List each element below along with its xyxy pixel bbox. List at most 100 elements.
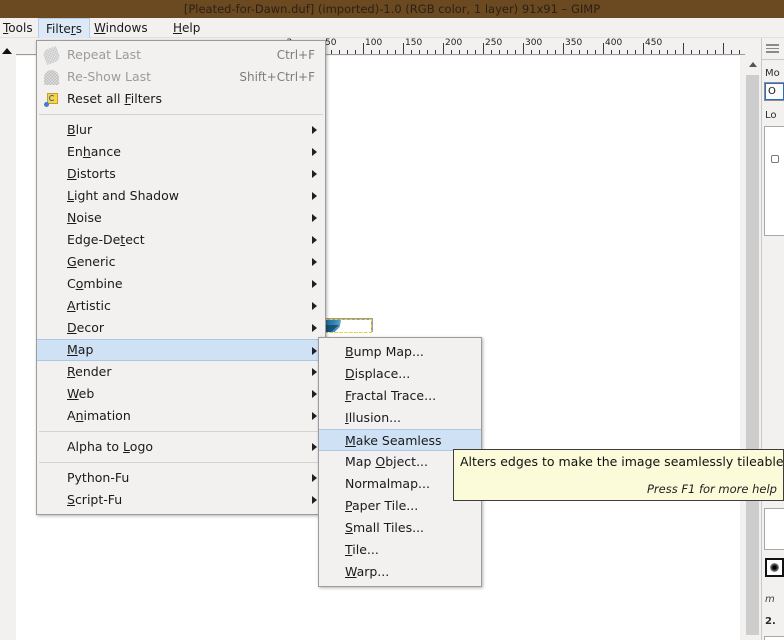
chevron-right-icon [312, 474, 317, 482]
ruler-tick [523, 43, 524, 54]
lock-label: Lo [765, 110, 777, 121]
ruler-tick [411, 50, 412, 54]
layers-icon[interactable] [766, 44, 779, 56]
menu-item-illusion[interactable]: Illusion... [319, 407, 481, 429]
menu-item-label: Alpha to Logo [67, 439, 154, 454]
menu-item-artistic[interactable]: Artistic [37, 295, 325, 317]
menu-item-repeat-last[interactable]: Repeat Last Ctrl+F [37, 44, 325, 66]
mode-label: Mo [765, 68, 780, 79]
ruler-tick [475, 50, 476, 54]
menu-item-label: Make Seamless [345, 433, 442, 448]
ruler-tick [659, 50, 660, 54]
ruler-origin-corner[interactable] [0, 38, 16, 55]
mode-dropdown[interactable]: O [764, 82, 784, 101]
menu-item-edge-detect[interactable]: Edge-Detect [37, 229, 325, 251]
dock-tab-strip[interactable] [762, 40, 784, 60]
vertical-scrollbar[interactable] [745, 56, 760, 640]
menu-item-re-show-last[interactable]: Re-Show Last Shift+Ctrl+F [37, 66, 325, 88]
scrollbar-trough[interactable] [746, 75, 759, 635]
menu-item-blur[interactable]: Blur [37, 119, 325, 141]
menu-item-label: Blur [67, 122, 93, 137]
menu-item-label: Python-Fu [67, 470, 130, 485]
menu-item-label: Bump Map... [345, 344, 424, 359]
menu-item-warp[interactable]: Warp... [319, 561, 481, 583]
zoom-corner[interactable] [745, 38, 761, 55]
brushes-panel[interactable] [764, 508, 784, 550]
menu-item-label: Map Object... [345, 454, 428, 469]
menu-help[interactable]: Help [166, 18, 207, 38]
ruler-tick [723, 43, 724, 54]
ruler-tick [419, 50, 420, 54]
ruler-tick [515, 50, 516, 54]
font-label: m [765, 594, 775, 605]
brush-preview[interactable] [765, 558, 784, 577]
menu-item-distorts[interactable]: Distorts [37, 163, 325, 185]
menu-bar: Tools Filters Windows Help [0, 18, 784, 38]
filters-dropdown-menu[interactable]: Repeat Last Ctrl+F Re-Show Last Shift+Ctrl+… [36, 40, 326, 515]
menu-item-render[interactable]: Render [37, 361, 325, 383]
menu-item-fractal-trace[interactable]: Fractal Trace... [319, 385, 481, 407]
menu-item-label: Script-Fu [67, 492, 123, 507]
menu-item-map[interactable]: Map [37, 339, 325, 361]
ruler-label: 350 [565, 38, 583, 48]
selection-marching-ants [320, 319, 372, 333]
menu-tools[interactable]: Tools [0, 18, 40, 38]
menu-item-label: Enhance [67, 144, 121, 159]
menu-item-decor[interactable]: Decor [37, 317, 325, 339]
menu-item-python-fu[interactable]: Python-Fu [37, 467, 325, 489]
menu-item-light-and-shadow[interactable]: Light and Shadow [37, 185, 325, 207]
menu-item-label: Artistic [67, 298, 111, 313]
opacity-value: 2. [765, 616, 776, 627]
ruler-tick [603, 43, 604, 54]
menu-item-combine[interactable]: Combine [37, 273, 325, 295]
menu-windows[interactable]: Windows [87, 18, 155, 38]
menu-item-web[interactable]: Web [37, 383, 325, 405]
ruler-label: 200 [445, 38, 463, 48]
chevron-right-icon [312, 192, 317, 200]
ruler-tick [683, 43, 684, 54]
menu-item-enhance[interactable]: Enhance [37, 141, 325, 163]
ruler-tick [619, 50, 620, 54]
menu-item-animation[interactable]: Animation [37, 405, 325, 427]
ruler-tick [611, 50, 612, 54]
chevron-right-icon [312, 443, 317, 451]
menu-item-label: Render [67, 364, 112, 379]
chevron-right-icon [312, 258, 317, 266]
chain-link-icon[interactable] [771, 155, 779, 163]
ruler-tick [587, 50, 588, 54]
menu-item-tile[interactable]: Tile... [319, 539, 481, 561]
menu-item-displace[interactable]: Displace... [319, 363, 481, 385]
ruler-tick [595, 50, 596, 54]
menu-filters[interactable]: Filters [38, 18, 90, 38]
chevron-right-icon [312, 412, 317, 420]
ruler-label: 150 [405, 38, 423, 48]
menu-item-label: Repeat Last [67, 47, 142, 62]
ruler-tick [531, 50, 532, 54]
menu-item-noise[interactable]: Noise [37, 207, 325, 229]
menu-item-reset-all-filters[interactable]: Reset all Filters [37, 88, 325, 110]
scroll-up-button[interactable] [746, 56, 759, 73]
layers-list[interactable] [764, 126, 784, 236]
menu-item-script-fu[interactable]: Script-Fu [37, 489, 325, 511]
ruler-tick [435, 50, 436, 54]
chevron-right-icon [312, 170, 317, 178]
ruler-tick [699, 50, 700, 54]
ruler-tick [371, 50, 372, 54]
image-layer-preview[interactable] [320, 319, 372, 333]
ruler-tick [387, 50, 388, 54]
menu-item-bump-map[interactable]: Bump Map... [319, 341, 481, 363]
menu-item-make-seamless[interactable]: Make Seamless [319, 429, 481, 451]
ruler-position-marker [2, 48, 12, 54]
ruler-tick [459, 50, 460, 54]
tool-options-panel[interactable] [764, 636, 784, 640]
menu-item-generic[interactable]: Generic [37, 251, 325, 273]
menu-item-alpha-to-logo[interactable]: Alpha to Logo [37, 436, 325, 458]
menu-item-label: Light and Shadow [67, 188, 179, 203]
menu-item-label: Re-Show Last [67, 69, 152, 84]
menu-item-small-tiles[interactable]: Small Tiles... [319, 517, 481, 539]
brush-shape-icon [770, 563, 779, 572]
ruler-tick [739, 50, 740, 54]
gimp-window: [Pleated-for-Dawn.duf] (imported)-1.0 (R… [0, 0, 784, 640]
menu-item-label: Normalmap... [345, 476, 430, 491]
chevron-right-icon [312, 214, 317, 222]
